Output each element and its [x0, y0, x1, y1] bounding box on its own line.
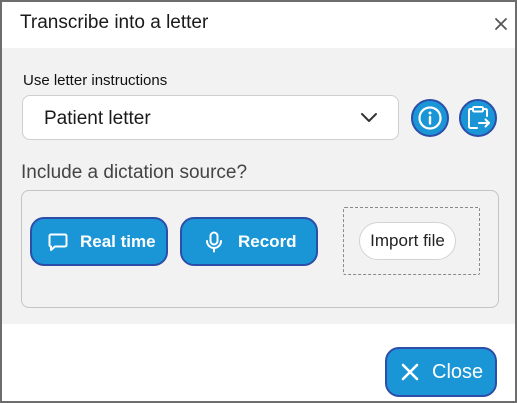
- import-file-button[interactable]: Import file: [359, 222, 456, 260]
- dialog-header: Transcribe into a letter: [2, 2, 515, 48]
- record-label: Record: [238, 231, 297, 251]
- close-icon[interactable]: [493, 16, 509, 32]
- dictation-source-panel: Real time Record Import file: [21, 190, 499, 308]
- info-button[interactable]: [411, 99, 449, 137]
- x-icon: [401, 363, 419, 381]
- close-label: Close: [432, 360, 484, 383]
- letter-instructions-select[interactable]: Patient letter: [22, 95, 399, 140]
- clipboard-export-icon: [468, 106, 490, 129]
- chevron-down-icon: [361, 113, 377, 122]
- dialog-title: Transcribe into a letter: [20, 12, 209, 33]
- selected-instruction: Patient letter: [44, 108, 151, 129]
- record-button[interactable]: Record: [180, 217, 318, 266]
- real-time-label: Real time: [80, 231, 156, 251]
- clipboard-export-button[interactable]: [459, 99, 497, 137]
- speech-bubble-icon: [48, 233, 68, 251]
- import-dropzone[interactable]: Import file: [343, 207, 480, 275]
- close-button[interactable]: Close: [385, 347, 497, 397]
- microphone-icon: [206, 231, 222, 252]
- dialog-footer: Close: [2, 324, 515, 401]
- info-icon: [418, 106, 442, 130]
- dialog-body: Use letter instructions Patient letter I…: [2, 48, 515, 324]
- letter-instructions-label: Use letter instructions: [23, 72, 168, 89]
- dictation-source-label: Include a dictation source?: [21, 162, 248, 183]
- transcribe-dialog: Transcribe into a letter Use letter inst…: [0, 0, 517, 403]
- real-time-button[interactable]: Real time: [30, 217, 168, 266]
